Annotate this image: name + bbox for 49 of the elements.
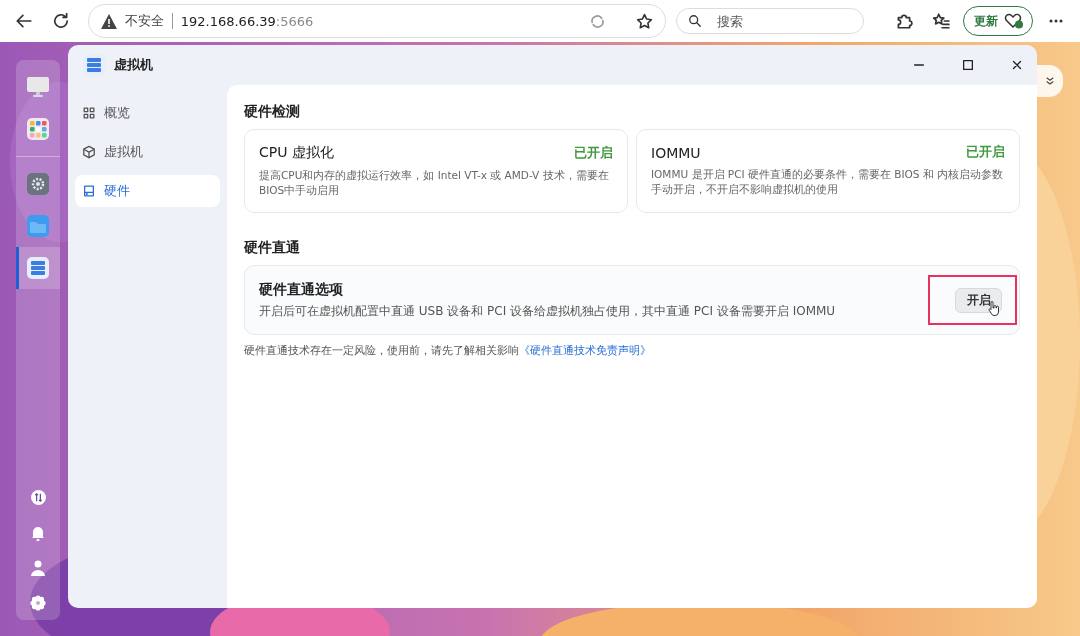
maximize-icon [961,58,975,72]
collapse-button[interactable] [1037,65,1063,97]
heart-icon [1004,13,1025,29]
section-heading: 硬件检测 [244,103,301,121]
arrow-left-icon [15,12,34,30]
bell-icon [31,524,45,541]
status-label: 已开启 [574,144,613,162]
grid-icon [82,106,96,120]
card-description: IOMMU 是开启 PCI 硬件直通的必要条件，需要在 BIOS 和 内核启动参数手动开启，不开启不影响虚拟机的使用 [651,167,1005,197]
url-text: 192.168.66.39:5666 [180,13,315,29]
security-label: 不安全 [124,12,164,30]
card-title: IOMMU [651,144,701,161]
settings-icon [30,594,46,611]
server-icon [83,54,105,76]
server-icon [27,257,49,279]
disclaimer-link[interactable]: 《硬件直通技术免责声明》 [519,344,651,357]
search-icon [687,14,702,28]
close-icon [1010,58,1024,72]
reload-icon [52,12,71,30]
dock-item[interactable] [16,247,60,289]
card-description: 提高CPU和内存的虚拟运行效率，如 Intel VT-x 或 AMD-V 技术，需要在BIOS中手动启用 [259,168,610,198]
sidebar-item[interactable]: 概览 [75,97,220,129]
transfer-icon [30,490,46,505]
user-icon [31,559,45,576]
warning-note: 硬件直通技术存在一定风险，使用前，请先了解相关影响《硬件直通技术免责声明》 [244,343,652,358]
gear-icon [27,173,49,195]
section-heading: 硬件直通 [244,239,301,257]
window-title: 虚拟机 [114,56,154,74]
status-label: 已开启 [966,144,1005,161]
monitor-icon [26,76,50,98]
cube-icon [82,145,96,159]
enable-button[interactable]: 开启 [955,287,1002,313]
refresh-swirl-icon [588,12,606,30]
sidebar-item[interactable]: 硬件 [75,175,220,207]
hand-cursor-icon [988,301,1000,316]
update-button[interactable]: 更新 [963,6,1034,36]
option-description: 开启后可在虚拟机配置中直通 USB 设备和 PCI 设备给虚拟机独占使用，其中直通 PCI 设备需要开启 IOMMU [259,302,837,320]
apps-grid-icon [27,118,49,140]
star-icon [635,12,653,30]
double-chevron-down-icon [1044,75,1056,87]
warning-icon [100,13,117,29]
star-list-icon [931,12,950,30]
drive-icon [82,184,96,198]
folder-icon [27,215,49,237]
search-field[interactable]: 搜索 [675,8,864,34]
option-title: 硬件直通选项 [259,280,344,299]
more-icon [1048,19,1063,23]
card-title: CPU 虚拟化 [259,144,334,162]
sidebar-item[interactable]: 虚拟机 [75,136,220,168]
